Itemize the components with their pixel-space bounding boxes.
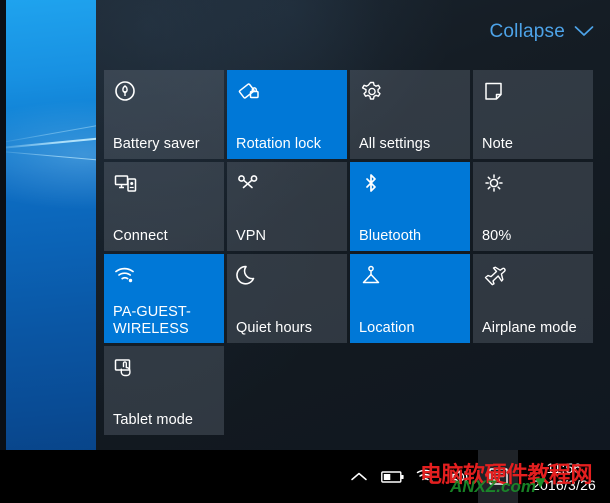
tile-label: Connect xyxy=(113,228,168,244)
tile-label: Tablet mode xyxy=(113,412,194,428)
tile-label: Note xyxy=(482,136,514,152)
tile-label: All settings xyxy=(359,136,431,152)
airplane-icon xyxy=(482,264,508,290)
note-icon xyxy=(482,80,508,106)
tile-label: PA-GUEST- WIRELESS xyxy=(113,304,191,337)
brightness-icon xyxy=(482,172,508,198)
quick-action-tile-vpn[interactable]: VPN xyxy=(227,162,347,251)
quick-action-tile-airplane-mode[interactable]: Airplane mode xyxy=(473,254,593,343)
quick-action-tile-rotation-lock[interactable]: Rotation lock xyxy=(227,70,347,159)
tile-label: Quiet hours xyxy=(236,320,313,336)
clock[interactable]: 11:56 2016/3/26 xyxy=(518,450,610,503)
speaker-icon[interactable] xyxy=(444,450,478,503)
tile-label: VPN xyxy=(236,228,267,244)
clock-date: 2016/3/26 xyxy=(531,476,597,493)
gear-icon xyxy=(359,80,385,106)
location-icon xyxy=(359,264,385,290)
moon-icon xyxy=(236,264,262,290)
rotation-lock-icon xyxy=(236,80,262,106)
tile-label: Rotation lock xyxy=(236,136,322,152)
tile-label: Airplane mode xyxy=(482,320,577,336)
quick-action-tile-all-settings[interactable]: All settings xyxy=(350,70,470,159)
tablet-mode-icon xyxy=(113,356,139,382)
collapse-button[interactable]: Collapse xyxy=(489,22,594,41)
wifi-icon[interactable] xyxy=(410,450,444,503)
quick-action-tile-connect[interactable]: Connect xyxy=(104,162,224,251)
action-center-icon[interactable] xyxy=(478,450,518,503)
tile-label: 80% xyxy=(482,228,512,244)
screen-left-edge xyxy=(0,0,6,503)
chevron-down-icon xyxy=(574,25,594,38)
quick-action-tile-quiet-hours[interactable]: Quiet hours xyxy=(227,254,347,343)
clock-time: 11:56 xyxy=(546,459,582,476)
system-tray: 11:56 2016/3/26 xyxy=(342,450,610,503)
show-hidden-icons-chevron-icon[interactable] xyxy=(342,450,376,503)
quick-actions-grid: Battery saver Rotation lock All settings… xyxy=(104,70,602,435)
vpn-icon xyxy=(236,172,262,198)
quick-action-tile-bluetooth[interactable]: Bluetooth xyxy=(350,162,470,251)
quick-action-tile-wifi[interactable]: PA-GUEST- WIRELESS xyxy=(104,254,224,343)
collapse-label: Collapse xyxy=(489,21,565,42)
taskbar: 11:56 2016/3/26 电脑软硬件教程网 ANXZ.com ▼ xyxy=(0,450,610,503)
quick-action-tile-note[interactable]: Note xyxy=(473,70,593,159)
bluetooth-icon xyxy=(359,172,385,198)
battery-icon[interactable] xyxy=(376,450,410,503)
battery-saver-icon xyxy=(113,80,139,106)
quick-action-tile-battery-saver[interactable]: Battery saver xyxy=(104,70,224,159)
tile-label: Location xyxy=(359,320,415,336)
connect-icon xyxy=(113,172,139,198)
wifi-icon xyxy=(113,264,139,290)
quick-action-tile-tablet-mode[interactable]: Tablet mode xyxy=(104,346,224,435)
screen: Collapse Battery saver Rotation lock All… xyxy=(0,0,610,503)
quick-action-tile-location[interactable]: Location xyxy=(350,254,470,343)
tile-label: Battery saver xyxy=(113,136,200,152)
quick-action-tile-brightness[interactable]: 80% xyxy=(473,162,593,251)
action-center-panel: Collapse Battery saver Rotation lock All… xyxy=(96,0,610,450)
tile-label: Bluetooth xyxy=(359,228,422,244)
